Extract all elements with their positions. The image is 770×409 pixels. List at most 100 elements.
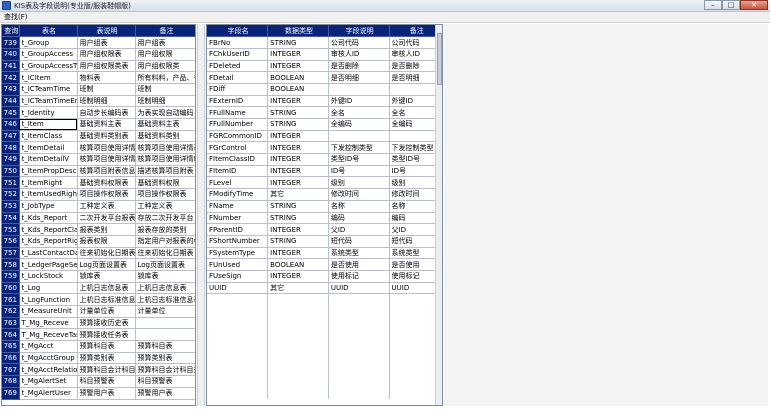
table-name-cell[interactable]: t_Kds_Report — [19, 212, 78, 225]
table-desc-cell[interactable]: Log页面设置表 — [77, 258, 136, 271]
table-row[interactable]: 767t_MgAcctRelation预算科目会计科目对应表预算科目会计科目对 — [2, 363, 195, 377]
table-row[interactable]: 760 t_Log 上机日志信息表 上机日志信息表 — [2, 282, 195, 295]
table-row[interactable]: 762 t_MeasureUnit 计量单位表 计量单位 — [2, 305, 195, 318]
maximize-button[interactable]: □ — [722, 0, 740, 10]
table-name-cell[interactable]: t_Identity — [19, 106, 78, 119]
field-desc-cell[interactable]: 修改时间 — [328, 188, 390, 201]
data-type-cell[interactable]: INTEGER — [267, 176, 329, 190]
table-desc-cell[interactable]: 预算科目会计科目对应表 — [77, 363, 136, 377]
field-list-grid[interactable]: 字段名 数据类型 字段说明 备注 FBrNo STRING 公司代码 公司代码 FChk… — [206, 24, 443, 406]
data-type-cell[interactable]: STRING — [267, 200, 329, 213]
table-desc-cell[interactable]: 基础资料类别表 — [77, 130, 136, 143]
table-desc-cell[interactable]: 预算科目表 — [77, 340, 136, 353]
table-name-cell[interactable]: t_Item — [19, 118, 78, 131]
table-name-cell[interactable]: t_ItemClass — [19, 130, 78, 143]
table-row[interactable]: 758t_LedgerPageSetupLog页面设置表Log页面设置表 — [2, 258, 195, 271]
table-desc-cell[interactable]: 报表类别 — [77, 223, 136, 236]
data-type-cell[interactable]: INTEGER — [267, 165, 329, 178]
table-row[interactable]: 741t_GroupAccessType用户组权限类表用户组权限类 — [2, 60, 195, 73]
table-desc-cell[interactable]: 用户组权限类表 — [77, 60, 136, 73]
data-type-cell[interactable]: BOOLEAN — [267, 83, 329, 96]
field-row[interactable]: FSystemType INTEGER 系统类型 系统类型 — [207, 247, 442, 260]
table-row[interactable]: 763 T_Mg_Receve 预算接收历史表 — [2, 317, 195, 330]
table-name-cell[interactable]: T_Mg_Receve — [19, 317, 78, 330]
table-name-cell[interactable]: t_GroupAccessType — [19, 60, 78, 73]
minimize-button[interactable]: – — [704, 0, 722, 10]
field-row[interactable]: FChkUserID INTEGER 审核人ID 审核人ID — [207, 48, 442, 61]
table-row[interactable]: 769 t_MgAlertUser 预警用户表 预警用户表 — [2, 387, 195, 400]
field-name-cell[interactable]: FUnUsed — [207, 258, 269, 271]
field-desc-cell[interactable] — [328, 130, 390, 143]
scrollbar-thumb[interactable] — [437, 33, 442, 85]
row-number[interactable]: 763 — [2, 317, 20, 330]
row-number[interactable]: 752 — [2, 188, 20, 201]
field-desc-cell[interactable]: 全名 — [328, 106, 390, 119]
table-name-cell[interactable]: t_Group — [19, 36, 78, 49]
table-name-cell[interactable]: t_ItemPropDesc — [19, 165, 78, 178]
data-type-cell[interactable]: INTEGER — [267, 153, 329, 166]
row-number[interactable]: 762 — [2, 305, 20, 318]
field-row[interactable]: UUID 其它 UUID UUID — [207, 282, 442, 295]
table-row[interactable]: 745 t_Identity 自动步长编码表 为表实现自动编码 — [2, 106, 195, 119]
table-name-cell[interactable]: t_LockStock — [19, 270, 78, 283]
table-name-cell[interactable]: t_MgAlertUser — [19, 387, 78, 400]
table-desc-cell[interactable]: 报表权限 — [77, 235, 136, 248]
field-desc-cell[interactable]: 短代码 — [328, 235, 390, 248]
remark-cell[interactable]: 项目操作权限表 — [135, 188, 195, 201]
row-number[interactable]: 756 — [2, 235, 20, 248]
remark-cell[interactable]: 存放二次开发平台 — [135, 212, 195, 225]
table-name-cell[interactable]: t_MeasureUnit — [19, 305, 78, 318]
field-row[interactable]: FUnUsed BOOLEAN 是否使用 是否使用 — [207, 258, 442, 271]
remark-cell[interactable]: 班制 — [135, 83, 195, 96]
table-name-cell[interactable]: t_LastContactDate — [19, 247, 78, 260]
remark-cell[interactable]: 为表实现自动编码 — [135, 106, 195, 119]
row-number[interactable]: 753 — [2, 200, 20, 213]
row-number[interactable]: 751 — [2, 176, 20, 190]
remark-cell[interactable]: 预算科目表 — [135, 340, 195, 353]
table-desc-cell[interactable]: 预算类别表 — [77, 352, 136, 365]
field-name-cell[interactable]: FDetail — [207, 71, 269, 84]
field-row[interactable]: FModifyTime 其它 修改时间 修改时间 — [207, 188, 442, 201]
table-row[interactable]: 742 t_ICItem 物料表 所有料料，产品、书 — [2, 71, 195, 84]
table-desc-cell[interactable]: 核算项目附表信息描述 — [77, 165, 136, 178]
remark-cell[interactable]: 用户组权限类 — [135, 60, 195, 73]
field-name-cell[interactable]: FShortNumber — [207, 235, 269, 248]
table-name-cell[interactable]: t_ItemDetailV — [19, 153, 78, 166]
table-row[interactable]: 747 t_ItemClass 基础资料类别表 基础资料类别 — [2, 130, 195, 143]
remark-cell[interactable]: 班制明细 — [135, 95, 195, 108]
table-name-cell[interactable]: t_ItemDetail — [19, 141, 78, 155]
row-number[interactable]: 761 — [2, 293, 20, 306]
field-row[interactable]: FLevel INTEGER 级别 级别 — [207, 176, 442, 190]
field-name-cell[interactable]: UUID — [207, 282, 269, 295]
table-desc-cell[interactable]: 物料表 — [77, 71, 136, 84]
table-desc-cell[interactable]: 自动步长编码表 — [77, 106, 136, 119]
data-type-cell[interactable]: INTEGER — [267, 60, 329, 73]
table-desc-cell[interactable]: 班制 — [77, 83, 136, 96]
table-desc-cell[interactable]: 科目预警表 — [77, 375, 136, 388]
field-name-cell[interactable]: FChkUserID — [207, 48, 269, 61]
table-row[interactable]: 752 t_ItemUsedRight 项目操作权限表 项目操作权限表 — [2, 188, 195, 201]
field-name-cell[interactable]: FModifyTime — [207, 188, 269, 201]
table-desc-column-header[interactable]: 表说明 — [77, 25, 136, 38]
field-desc-cell[interactable]: 是否使用 — [328, 258, 390, 271]
table-row[interactable]: 751 t_ItemRight 基础资料权限表 基础资料权限 — [2, 176, 195, 190]
row-number[interactable]: 766 — [2, 352, 20, 365]
row-number[interactable]: 750 — [2, 165, 20, 178]
table-name-cell[interactable]: t_GroupAccess — [19, 48, 78, 61]
field-name-cell[interactable]: FItemID — [207, 165, 269, 178]
field-desc-cell[interactable]: 外键ID — [328, 95, 390, 108]
data-type-cell[interactable]: INTEGER — [267, 247, 329, 260]
table-name-cell[interactable]: t_ItemRight — [19, 176, 78, 190]
remark-cell[interactable]: 上机日志信息表 — [135, 282, 195, 295]
field-row[interactable]: FDetail BOOLEAN 是否明细 是否明细 — [207, 71, 442, 84]
field-row[interactable]: FUseSign INTEGER 使用标记 使用标记 — [207, 270, 442, 283]
field-name-cell[interactable]: FNumber — [207, 212, 269, 225]
table-name-cell[interactable]: t_Kds_ReportClass — [19, 223, 78, 236]
data-type-cell[interactable]: INTEGER — [267, 48, 329, 61]
table-name-cell[interactable]: t_MgAcctRelation — [19, 363, 78, 377]
field-row[interactable]: FNumber STRING 编码 编码 — [207, 212, 442, 225]
table-name-cell[interactable]: t_ICItem — [19, 71, 78, 84]
field-desc-cell[interactable]: 下发控制类型 — [328, 141, 390, 155]
table-row[interactable]: 746 t_Item 基础资料主表 基础资料主表 — [2, 118, 195, 131]
remark-cell[interactable]: 锁库表 — [135, 270, 195, 283]
